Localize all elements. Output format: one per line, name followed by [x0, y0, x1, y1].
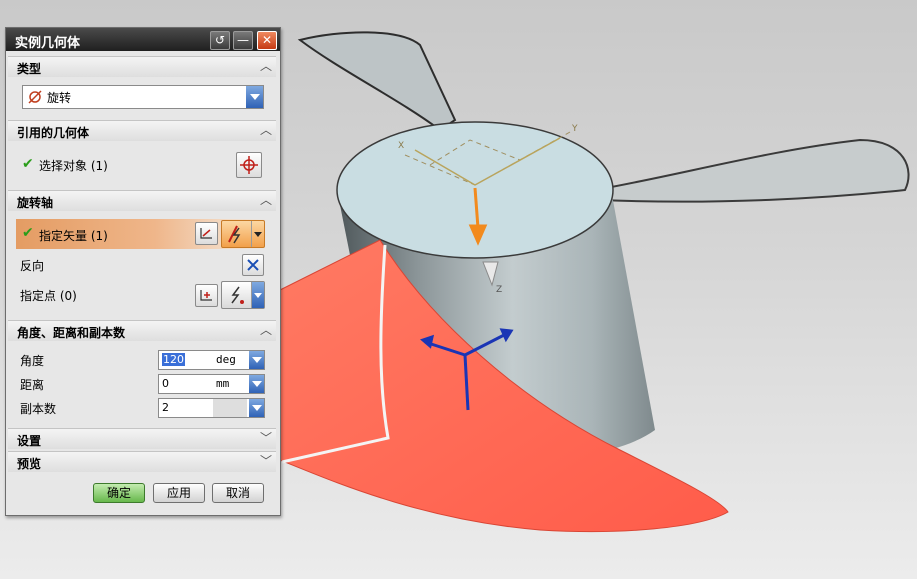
section-angle-title: 角度、距离和副本数: [17, 326, 126, 340]
section-axis-header[interactable]: 旋转轴 ︿: [8, 190, 276, 211]
angle-value: 120: [162, 353, 185, 366]
dropdown-arrow-icon[interactable]: [246, 86, 263, 108]
lightning-point-icon: [231, 286, 244, 304]
angle-field[interactable]: 120 deg: [158, 350, 265, 370]
copies-value: 2: [162, 401, 169, 414]
angle-label: 角度: [20, 354, 45, 368]
lightning-vector-icon: [228, 225, 241, 244]
checkmark-icon: ✔: [22, 156, 34, 172]
blade-back: [297, 31, 457, 132]
chevron-up-icon[interactable]: ︿: [259, 193, 273, 208]
section-settings-header[interactable]: 设置 ﹀: [8, 428, 276, 449]
dropdown-arrow-icon[interactable]: [251, 282, 264, 308]
type-dropdown[interactable]: 旋转: [22, 85, 264, 109]
rotate-type-icon: [28, 90, 42, 104]
checkmark-icon: ✔: [22, 225, 34, 241]
point-constructor-icon: [200, 290, 212, 301]
copies-label: 副本数: [20, 402, 57, 416]
select-object-label[interactable]: 选择对象 (1): [39, 157, 108, 174]
chevron-down-icon[interactable]: ﹀: [259, 431, 273, 446]
dropdown-arrow-icon[interactable]: [249, 351, 264, 369]
copies-field[interactable]: 2: [158, 398, 265, 418]
section-angle-header[interactable]: 角度、距离和副本数 ︿: [8, 320, 276, 341]
cancel-button[interactable]: 取消: [212, 483, 264, 503]
section-settings-title: 设置: [17, 434, 42, 448]
dialog-titlebar[interactable]: 实例几何体 ↺ — ✕: [6, 28, 280, 51]
apply-button[interactable]: 应用: [153, 483, 205, 503]
section-axis-title: 旋转轴: [17, 196, 54, 210]
instance-geometry-dialog: 实例几何体 ↺ — ✕ 类型 ︿ 旋转 引用的几何体 ︿ ✔ 选择对象 (1) …: [5, 27, 281, 516]
section-type-header[interactable]: 类型 ︿: [8, 56, 276, 77]
ok-button[interactable]: 确定: [93, 483, 145, 503]
chevron-up-icon[interactable]: ︿: [259, 123, 273, 138]
chevron-up-icon[interactable]: ︿: [259, 59, 273, 74]
specify-vector-label: 指定矢量 (1): [39, 229, 108, 243]
distance-unit: mm: [216, 377, 230, 390]
blade-right: [593, 138, 910, 203]
distance-label: 距离: [20, 378, 45, 392]
angle-unit: deg: [216, 353, 236, 366]
crosshair-icon: [240, 156, 258, 174]
axis-label-z: Z: [496, 285, 503, 295]
section-geometry-header[interactable]: 引用的几何体 ︿: [8, 120, 276, 141]
point-dialog-button[interactable]: [195, 284, 218, 307]
section-preview-title: 预览: [17, 457, 42, 471]
close-icon[interactable]: ✕: [257, 31, 277, 50]
vector-dialog-button[interactable]: [195, 222, 218, 245]
section-preview-header[interactable]: 预览 ﹀: [8, 451, 276, 472]
section-geometry-title: 引用的几何体: [17, 126, 90, 140]
reverse-icon: [247, 259, 259, 271]
chevron-down-icon[interactable]: ﹀: [259, 454, 273, 469]
collapse-icon[interactable]: —: [233, 31, 253, 50]
crosshair-select-button[interactable]: [236, 152, 262, 178]
type-value: 旋转: [47, 91, 72, 105]
dialog-title: 实例几何体: [15, 36, 81, 51]
dropdown-arrow-icon[interactable]: [249, 399, 264, 417]
axis-label-y: Y: [572, 124, 578, 134]
inferred-point-button[interactable]: [221, 281, 265, 309]
reset-icon[interactable]: ↺: [210, 31, 230, 50]
distance-value: 0: [162, 377, 169, 390]
dropdown-arrow-icon[interactable]: [249, 375, 264, 393]
copies-unit-area: [213, 399, 247, 417]
inferred-vector-button[interactable]: [221, 220, 265, 248]
reverse-direction-button[interactable]: [242, 254, 264, 276]
distance-field[interactable]: 0 mm: [158, 374, 265, 394]
reverse-label: 反向: [20, 259, 45, 273]
specify-point-label: 指定点 (0): [20, 289, 77, 303]
vector-constructor-icon: [200, 228, 212, 239]
section-type-title: 类型: [17, 62, 42, 76]
axis-label-x: X: [398, 141, 405, 151]
chevron-up-icon[interactable]: ︿: [259, 323, 273, 338]
dropdown-arrow-icon[interactable]: [251, 221, 264, 247]
